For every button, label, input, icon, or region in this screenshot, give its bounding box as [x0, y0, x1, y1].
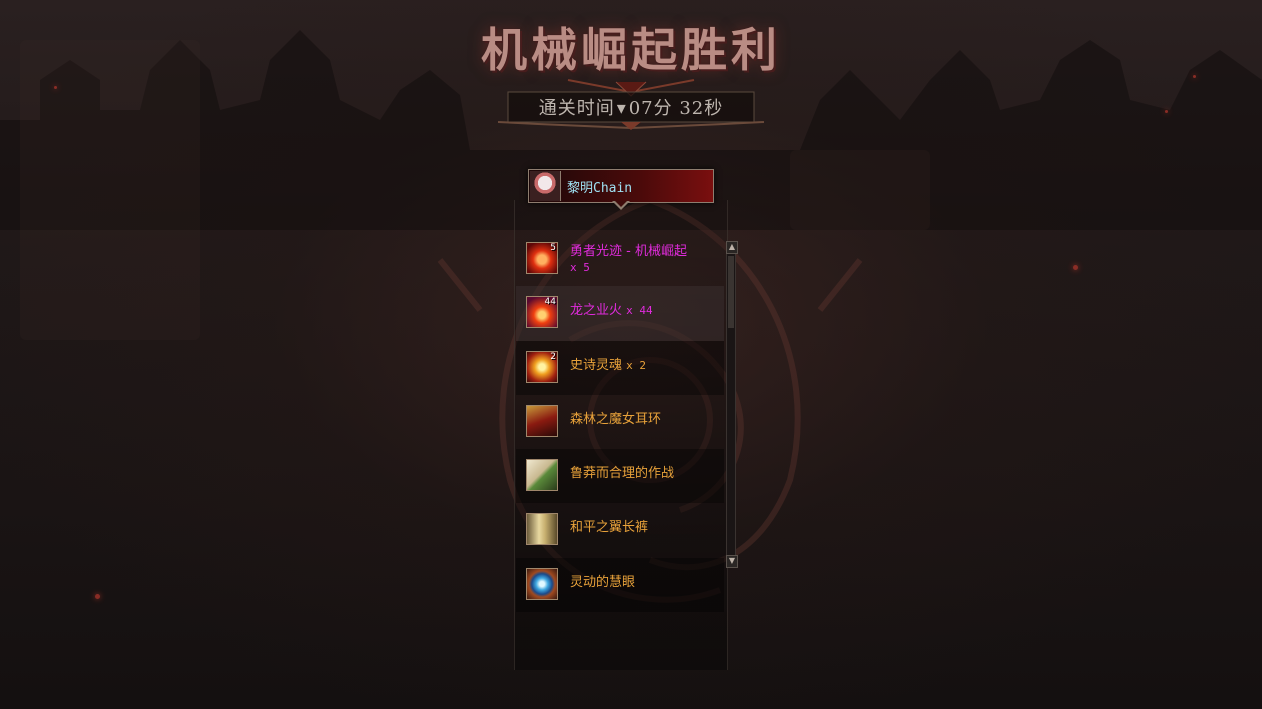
scroll-up-button[interactable]: ▲ [726, 241, 738, 254]
player-avatar [530, 171, 561, 201]
item-quantity: 2 [550, 351, 556, 362]
background-panel-right [790, 150, 930, 230]
item-name-text: 龙之业火 [570, 303, 623, 319]
dragon-flame-icon: 44 [526, 296, 558, 329]
reward-item[interactable]: 森林之魔女耳环 [516, 395, 724, 449]
clear-time-value: 07分 32秒 [628, 98, 724, 119]
wise-eye-icon [526, 567, 558, 600]
ember-particle [95, 594, 100, 599]
clear-time-text: 通关时间 ▾ 07分 32秒 [498, 94, 764, 120]
item-name: 勇者光迹 - 机械崛起 x 5 [570, 244, 720, 276]
item-name-text: 勇者光迹 - 机械崛起 [570, 244, 687, 259]
item-name: 史诗灵魂 x 2 [570, 358, 720, 374]
item-count: x 5 [570, 261, 590, 274]
player-name: 黎明Chain [567, 181, 633, 196]
tactics-card-icon [526, 459, 558, 492]
scroll-down-button[interactable]: ▼ [726, 555, 738, 568]
reward-item[interactable]: 5 勇者光迹 - 机械崛起 x 5 [516, 232, 724, 286]
item-name: 灵动的慧眼 [570, 574, 636, 590]
reward-list-scrollbar[interactable]: ▲ ▼ [726, 241, 738, 568]
witch-earring-icon [526, 404, 558, 437]
item-count: x 44 [626, 304, 653, 318]
game-result-screen: 机械崛起胜利 通关时间 ▾ 07分 32秒 黎明Chain 5 勇者光迹 - 机械崛… [0, 0, 1262, 709]
clear-time-banner: 通关时间 ▾ 07分 32秒 [498, 78, 764, 132]
peace-wing-pants-icon [526, 513, 558, 546]
clear-time-label: 通关时间 [538, 98, 615, 119]
epic-soul-icon: 2 [526, 350, 558, 383]
time-separator: ▾ [616, 98, 627, 119]
reward-item[interactable]: 44 龙之业火 x 44 [516, 286, 724, 341]
ember-particle [1073, 265, 1078, 270]
reward-item[interactable]: 鲁莽而合理的作战 [516, 449, 724, 504]
item-name: 鲁莽而合理的作战 [570, 466, 675, 482]
hero-light-icon: 5 [526, 242, 558, 274]
player-card[interactable]: 黎明Chain [528, 169, 714, 203]
background-panel-left [20, 40, 200, 340]
item-name: 森林之魔女耳环 [570, 411, 662, 427]
item-quantity: 5 [550, 243, 556, 253]
ember-particle [54, 86, 57, 89]
item-name: 龙之业火 x 44 [570, 303, 720, 319]
scroll-thumb[interactable] [728, 256, 734, 328]
item-quantity: 44 [544, 297, 556, 308]
player-pointer-arrow-inner [615, 201, 627, 207]
item-name-text: 史诗灵魂 [570, 357, 623, 373]
reward-item[interactable]: 和平之翼长裤 [516, 503, 724, 557]
item-name: 和平之翼长裤 [570, 520, 649, 536]
reward-item[interactable]: 灵动的慧眼 [516, 557, 724, 613]
item-count: x 2 [626, 358, 647, 372]
victory-title: 机械崛起胜利 [481, 23, 781, 77]
ember-particle [1165, 110, 1168, 113]
reward-list: 5 勇者光迹 - 机械崛起 x 5 44 龙之业火 x 44 2 史诗灵魂 x 2… [516, 232, 724, 622]
reward-item[interactable]: 2 史诗灵魂 x 2 [516, 340, 724, 395]
